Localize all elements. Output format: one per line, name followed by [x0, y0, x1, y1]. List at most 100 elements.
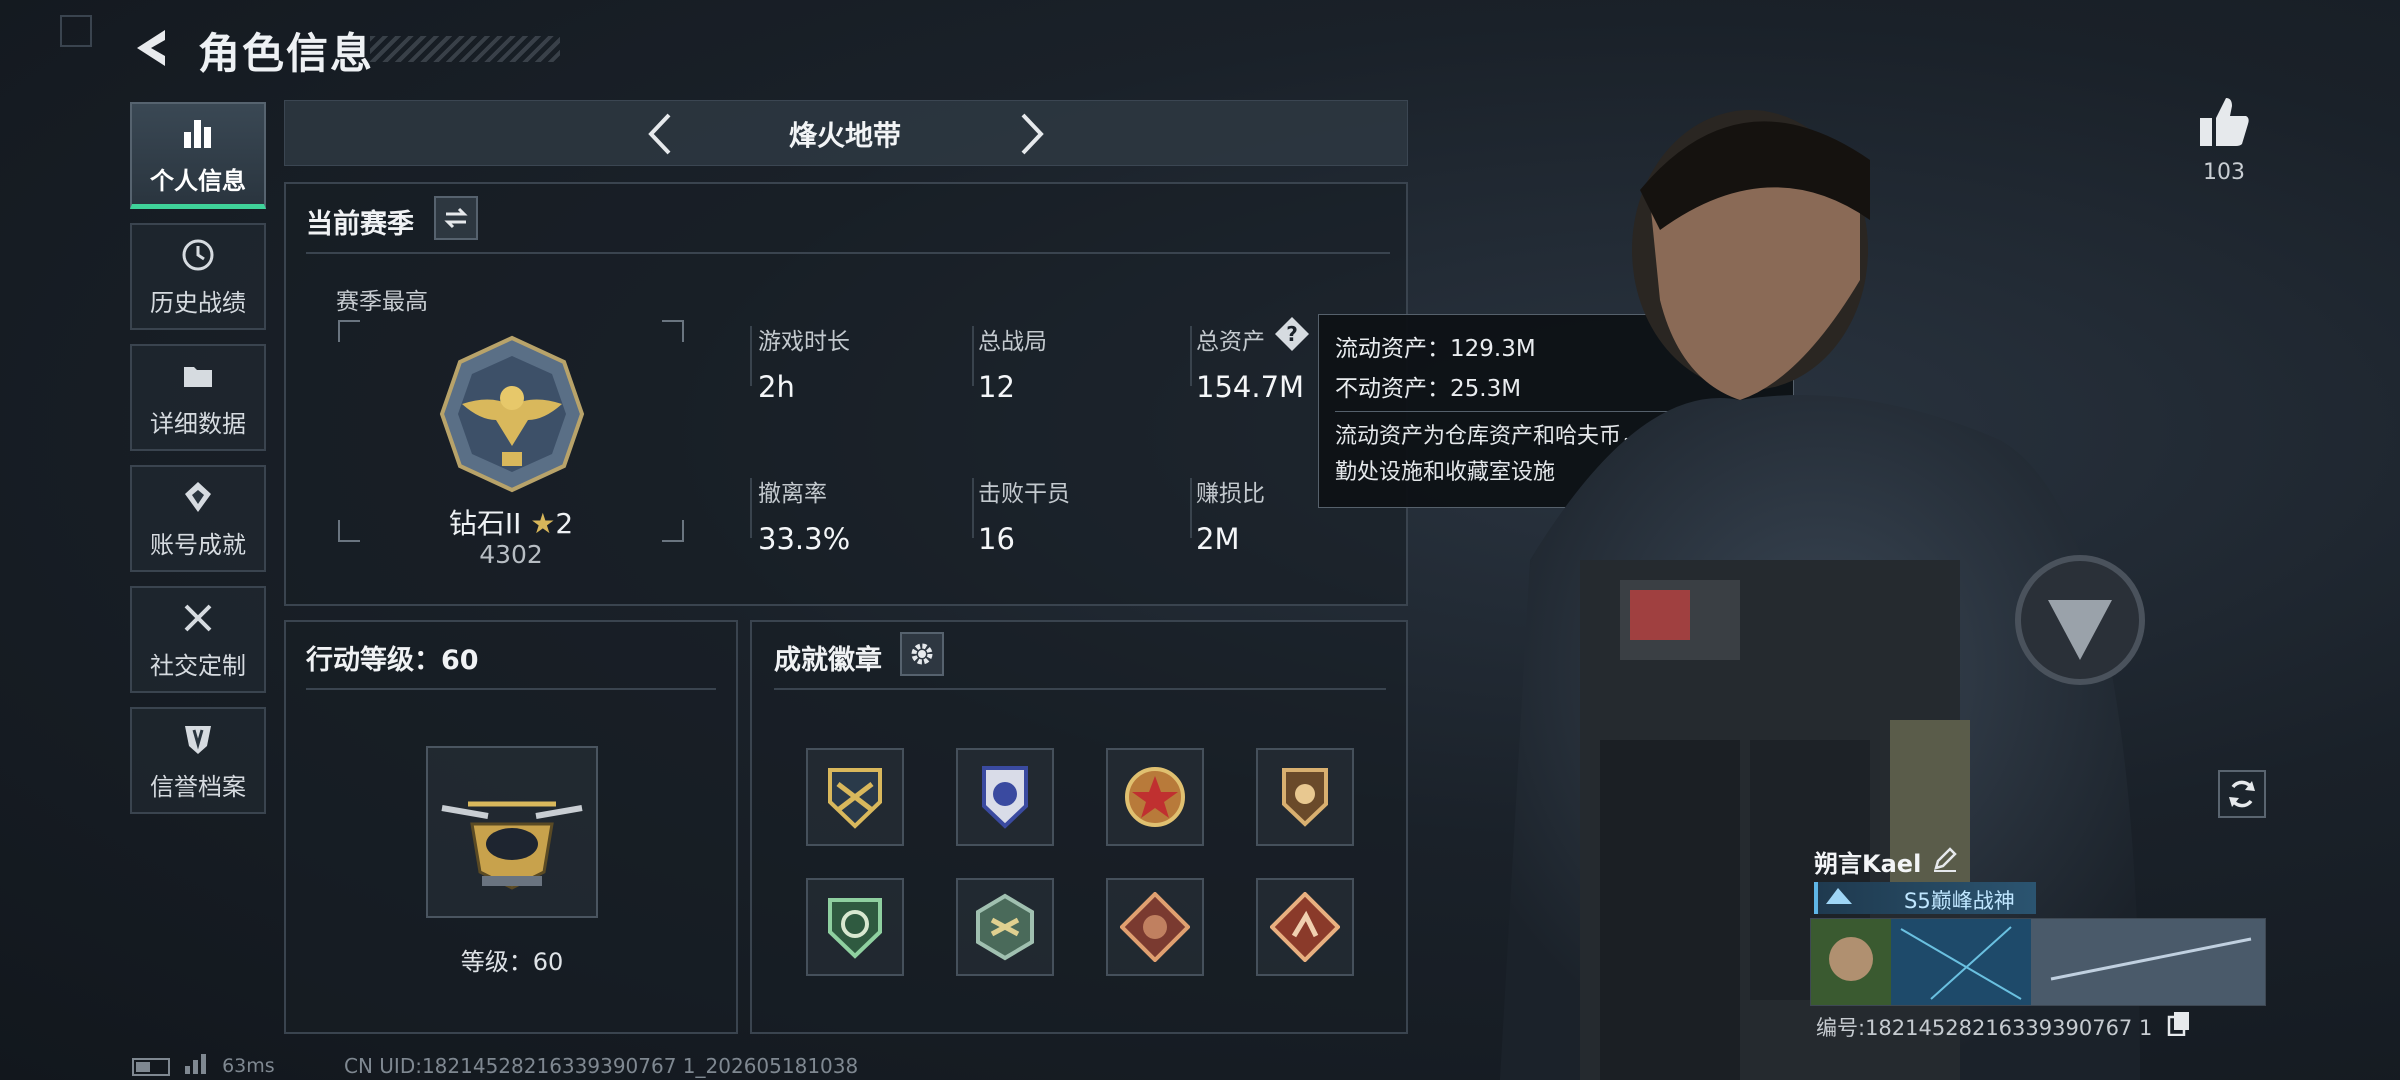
- badge-slot[interactable]: [1106, 748, 1204, 846]
- badges-divider: [774, 688, 1386, 690]
- gear-icon: [911, 643, 933, 665]
- nav-item-details[interactable]: 详细数据: [130, 344, 266, 451]
- ping-value: 63ms: [222, 1055, 275, 1077]
- season-title: 当前赛季: [306, 209, 414, 240]
- page-title: 角色信息: [198, 29, 375, 78]
- svg-text:?: ?: [1286, 322, 1298, 346]
- nav-item-label: 账号成就: [150, 531, 246, 559]
- star-icon: ★: [530, 507, 556, 540]
- nav-item-social[interactable]: 社交定制: [130, 586, 266, 693]
- badge-settings-button[interactable]: [900, 632, 944, 676]
- help-icon[interactable]: ?: [1274, 316, 1310, 352]
- badge-1-icon: [828, 768, 882, 829]
- medal-icon: [178, 477, 218, 517]
- nav-item-label: 详细数据: [150, 410, 246, 438]
- nav-item-profile[interactable]: 个人信息: [130, 102, 266, 209]
- edit-icon[interactable]: [1930, 844, 1960, 874]
- badge-3-icon: [1125, 767, 1185, 827]
- helicopter-emblem-icon: [441, 801, 583, 890]
- stat-divider: [750, 326, 752, 386]
- banner-art: [1811, 919, 2265, 1005]
- nav-item-achievements[interactable]: 账号成就: [130, 465, 266, 572]
- badge-slot[interactable]: [956, 748, 1054, 846]
- rank-score: 4302: [479, 540, 543, 569]
- player-uid: 编号:18214528216339390767 1: [1816, 1016, 2153, 1040]
- player-title-text: S5巅峰战神: [1904, 889, 2015, 913]
- season-switch-button[interactable]: [434, 196, 478, 240]
- player-name: 朔言Kael: [1814, 850, 1922, 878]
- window-corner-marker: [60, 15, 92, 47]
- stat-label: 游戏时长: [758, 329, 850, 355]
- shield-icon: [178, 719, 218, 759]
- folder-icon: [178, 356, 218, 396]
- back-arrow-icon: [137, 30, 165, 66]
- refresh-button[interactable]: [2218, 770, 2266, 818]
- stat-playtime: 游戏时长 2h: [758, 322, 958, 404]
- like-icon[interactable]: [2196, 94, 2252, 150]
- back-button[interactable]: [128, 22, 178, 74]
- stat-value: 2M: [1196, 522, 1240, 556]
- stat-value: 33.3%: [758, 522, 851, 556]
- badge-5-icon: [828, 898, 882, 959]
- level-divider: [306, 688, 716, 690]
- season-divider: [306, 252, 1390, 254]
- stat-divider: [1190, 478, 1192, 538]
- level-caption: 等级：60: [460, 948, 564, 976]
- nav-item-label: 个人信息: [150, 166, 246, 195]
- stat-value: 2h: [758, 370, 795, 404]
- season-best-label: 赛季最高: [336, 289, 428, 315]
- bar-chart-icon: [178, 113, 218, 153]
- title-decoration: [370, 36, 560, 62]
- clock-icon: [178, 235, 218, 275]
- badge-slot[interactable]: [1106, 878, 1204, 976]
- nav-item-label: 社交定制: [150, 652, 246, 680]
- rank-name-row: 钻石II ★2: [336, 502, 686, 542]
- copy-icon[interactable]: [2166, 1010, 2192, 1036]
- stat-extract-rate: 撤离率 33.3%: [758, 474, 958, 556]
- title-emblem-icon: [1826, 888, 1852, 904]
- stat-label: 总战局: [978, 329, 1047, 355]
- stat-value: 16: [978, 522, 1015, 556]
- nav-item-history[interactable]: 历史战绩: [130, 223, 266, 330]
- chevron-right-icon: [1021, 113, 1044, 155]
- badge-7-icon: [1120, 892, 1190, 962]
- stat-value: 12: [978, 370, 1015, 404]
- nav-item-credit[interactable]: 信誉档案: [130, 707, 266, 814]
- stat-divider: [1190, 326, 1192, 386]
- rank-name: 钻石II: [448, 507, 522, 540]
- client-uid: CN UID:18214528216339390767 1_2026051810…: [344, 1054, 859, 1078]
- stat-total-matches: 总战局 12: [978, 322, 1178, 404]
- rank-stars: 2: [555, 507, 574, 540]
- badge-slot[interactable]: [1256, 748, 1354, 846]
- wrench-icon: [178, 598, 218, 638]
- mode-prev-button[interactable]: [630, 108, 690, 160]
- badge-slot[interactable]: [806, 878, 904, 976]
- battery-icon: [132, 1057, 170, 1076]
- stat-operators-defeated: 击败干员 16: [978, 474, 1178, 556]
- mode-next-button[interactable]: [1002, 108, 1062, 160]
- swap-icon: [444, 207, 468, 229]
- stat-divider: [972, 478, 974, 538]
- stat-label: 撤离率: [758, 481, 827, 507]
- badge-2-icon: [982, 766, 1028, 829]
- badges-title: 成就徽章: [774, 645, 882, 676]
- badge-8-icon: [1270, 892, 1340, 962]
- like-count: 103: [2203, 160, 2245, 185]
- rank-emblem-icon: [439, 335, 585, 493]
- signal-icon: [184, 1054, 208, 1079]
- profile-banner[interactable]: [1810, 918, 2266, 1006]
- mode-label: 烽火地带: [788, 119, 901, 152]
- badge-slot[interactable]: [806, 748, 904, 846]
- side-nav: 个人信息 历史战绩 详细数据 账号成就 社交定制 信誉档案: [130, 102, 266, 828]
- chevron-left-icon: [648, 113, 671, 155]
- badge-slot[interactable]: [956, 878, 1054, 976]
- status-bar: 63ms: [132, 1054, 275, 1079]
- level-emblem-frame: [426, 746, 598, 918]
- badge-slot[interactable]: [1256, 878, 1354, 976]
- nav-item-label: 信誉档案: [150, 773, 246, 801]
- refresh-icon: [2229, 780, 2255, 808]
- badge-4-icon: [1282, 768, 1328, 827]
- stat-divider: [972, 326, 974, 386]
- stat-label: 击败干员: [978, 481, 1070, 507]
- level-title: 行动等级：60: [306, 645, 479, 676]
